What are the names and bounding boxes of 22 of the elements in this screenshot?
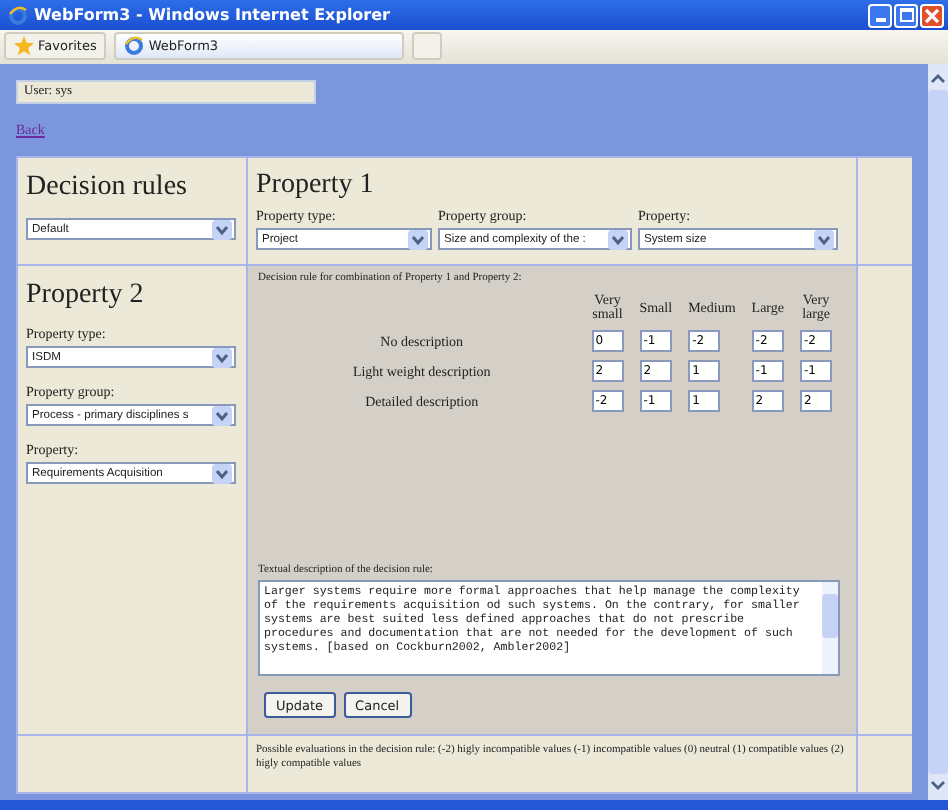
star-icon: [14, 36, 34, 56]
browser-icon: [124, 36, 145, 56]
dropdown-arrow-icon: [212, 463, 232, 483]
dropdown-arrow-icon: [608, 229, 628, 249]
scroll-up-icon: [930, 72, 946, 86]
page-scrollbar[interactable]: [928, 64, 948, 800]
section-title: Property 1: [256, 170, 376, 202]
dropdown-arrow-icon: [814, 229, 834, 249]
scroll-down-icon: [930, 778, 946, 792]
window-title: WebForm3 - Windows Internet Explorer: [34, 6, 390, 24]
dropdown-arrow-icon: [212, 219, 232, 239]
dropdown-arrow-icon: [408, 229, 428, 249]
section-title: Property 2: [26, 280, 146, 312]
dropdown-arrow-icon: [212, 405, 232, 425]
section-title: Decision rules: [26, 172, 189, 204]
close-icon: [924, 7, 940, 23]
minimize-button[interactable]: [868, 3, 892, 27]
close-button[interactable]: [920, 3, 944, 27]
maximize-button[interactable]: [894, 3, 918, 27]
dropdown-arrow-icon: [212, 347, 232, 367]
browser-icon: [8, 5, 28, 25]
scrollbar[interactable]: [822, 582, 838, 674]
